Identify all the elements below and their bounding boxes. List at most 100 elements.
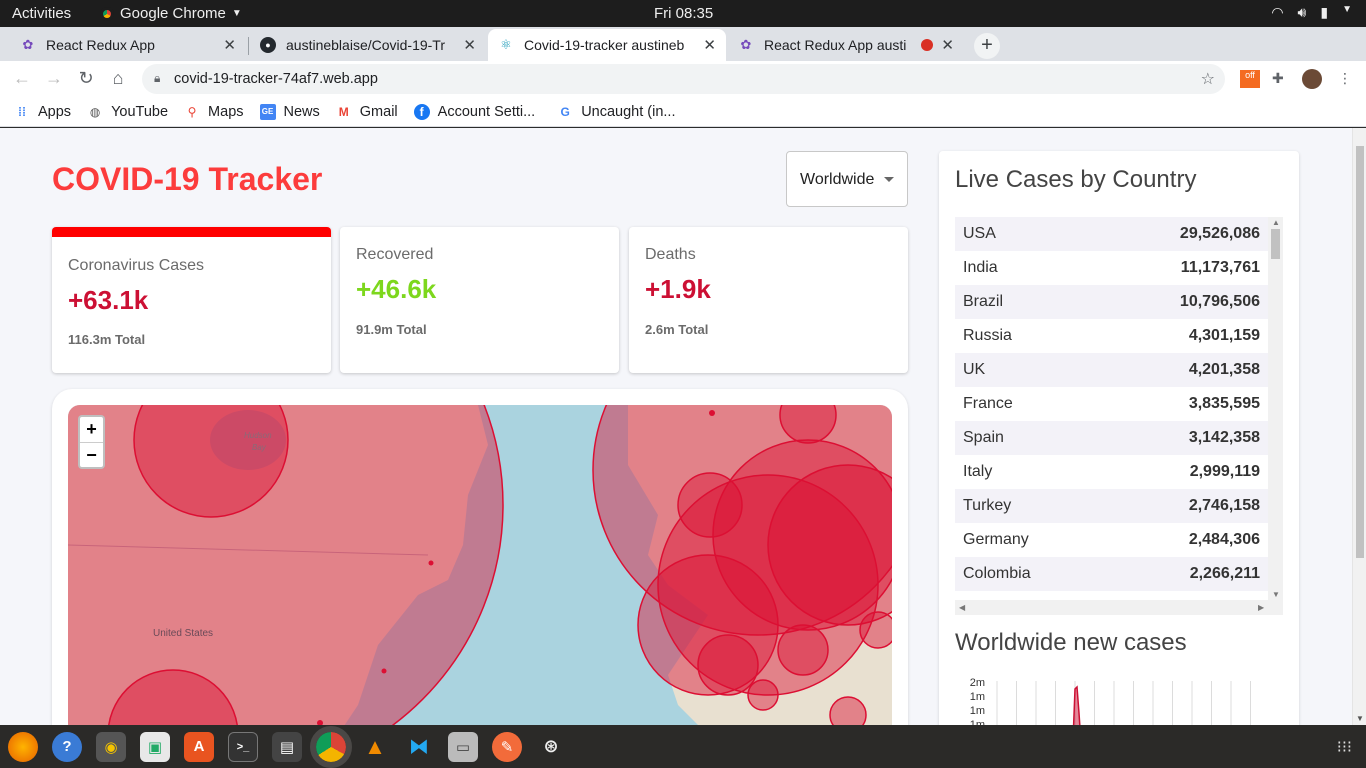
extension-off-icon[interactable]: off xyxy=(1240,70,1260,88)
bookmark-label: Account Setti... xyxy=(437,103,536,120)
kebab-menu-icon[interactable]: ⋮ xyxy=(1338,70,1352,87)
vlc-icon[interactable]: ▲ xyxy=(360,732,390,762)
rhythmbox-icon[interactable]: ◉ xyxy=(96,731,126,762)
files-icon[interactable]: ▭ xyxy=(448,731,478,762)
country-cases: 10,796,506 xyxy=(1179,293,1260,310)
system-tray[interactable]: ◠ 🔊︎ ▮ ▼ xyxy=(1271,4,1352,21)
wifi-icon: ◠ xyxy=(1271,4,1284,20)
country-name: India xyxy=(963,259,998,276)
close-icon[interactable]: ✕ xyxy=(223,36,236,54)
recovered-card[interactable]: Recovered +46.6k 91.9m Total xyxy=(340,227,619,373)
bookmark-label: Uncaught (in... xyxy=(581,103,676,120)
bookmark-youtube[interactable]: ◍ YouTube xyxy=(87,104,168,120)
country-name: Germany xyxy=(963,531,1029,548)
avatar[interactable] xyxy=(1302,69,1322,89)
tab-separator xyxy=(248,37,249,55)
back-icon[interactable]: ← xyxy=(11,68,33,89)
country-dropdown[interactable]: Worldwide xyxy=(786,151,908,207)
scroll-left-icon[interactable]: ◀ xyxy=(959,603,965,612)
lock-icon: 🔒︎ xyxy=(154,71,161,85)
page-vertical-scrollbar[interactable]: ▼ xyxy=(1352,128,1366,725)
ubuntu-updater-icon[interactable]: ⊛ xyxy=(536,732,566,762)
scroll-down-icon[interactable]: ▼ xyxy=(1356,714,1364,723)
map-label-hudson-bay: Hudson xyxy=(244,431,272,440)
show-applications-icon[interactable]: ⁝⁝⁝ xyxy=(1337,737,1352,757)
bookmark-account-settings[interactable]: f Account Setti... xyxy=(413,103,536,120)
help-icon[interactable]: ? xyxy=(52,731,82,762)
cases-card[interactable]: Coronavirus Cases +63.1k 116.3m Total xyxy=(52,227,331,373)
close-icon[interactable]: ✕ xyxy=(941,36,954,54)
redux-icon: ✿ xyxy=(22,37,34,52)
country-table[interactable]: USA 29,526,086 India 11,173,761 Brazil 10,796… xyxy=(955,217,1283,615)
home-icon[interactable]: ⌂ xyxy=(107,68,129,89)
activities-button[interactable]: Activities xyxy=(12,5,71,22)
tab-react-redux-app[interactable]: ✿ React Redux App ✕ xyxy=(10,29,246,61)
news-icon: GE xyxy=(259,103,276,120)
app-menu[interactable]: Google Chrome ▼ xyxy=(100,5,242,22)
page-scroll-thumb[interactable] xyxy=(1356,146,1364,558)
vscode-icon[interactable]: ⧓ xyxy=(404,732,434,762)
video-editor-icon[interactable]: ▤ xyxy=(272,731,302,762)
bookmark-news[interactable]: GE News xyxy=(259,103,320,120)
scroll-down-icon[interactable]: ▼ xyxy=(1272,590,1280,599)
forward-icon[interactable]: → xyxy=(43,68,65,89)
case-dot xyxy=(428,560,434,566)
table-row: Turkey 2,746,158 xyxy=(955,489,1268,523)
bookmark-uncaught[interactable]: G Uncaught (in... xyxy=(557,103,676,120)
chrome-icon[interactable] xyxy=(310,725,352,768)
scroll-thumb[interactable] xyxy=(1271,229,1280,259)
close-icon[interactable]: ✕ xyxy=(463,36,476,54)
new-tab-button[interactable]: + xyxy=(974,33,1000,59)
app-menu-label: Google Chrome xyxy=(120,5,226,22)
firefox-icon[interactable] xyxy=(8,731,38,762)
table-title: Live Cases by Country xyxy=(955,166,1197,193)
tab-github[interactable]: ● austineblaise/Covid-19-Tr ✕ xyxy=(250,29,486,61)
tab-covid-tracker[interactable]: ⚛ Covid-19-tracker austineb ✕ xyxy=(488,29,726,61)
page-viewport: COVID-19 Tracker Worldwide Coronavirus C… xyxy=(0,128,1352,725)
software-center-icon[interactable]: A xyxy=(184,731,214,762)
bookmark-gmail[interactable]: M Gmail xyxy=(336,104,398,120)
bookmark-star-icon[interactable]: ☆ xyxy=(1201,69,1215,89)
zoom-in-button[interactable]: + xyxy=(80,417,103,442)
cases-card-value: +63.1k xyxy=(68,285,149,315)
tab-title: austineblaise/Covid-19-Tr xyxy=(286,37,445,53)
postman-icon[interactable]: ✎ xyxy=(492,731,522,762)
scroll-right-icon[interactable]: ▶ xyxy=(1258,603,1264,612)
country-cases: 2,746,158 xyxy=(1188,497,1260,514)
github-icon: ● xyxy=(260,37,276,53)
table-horizontal-scrollbar[interactable]: ◀ ▶ xyxy=(955,600,1283,615)
address-bar[interactable]: 🔒︎ covid-19-tracker-74af7.web.app ☆ xyxy=(142,64,1225,94)
scroll-up-icon[interactable]: ▲ xyxy=(1272,218,1280,227)
deaths-card-value: +1.9k xyxy=(645,274,711,304)
bookmark-maps[interactable]: ⚲ Maps xyxy=(184,103,244,120)
country-cases: 2,484,306 xyxy=(1188,531,1260,548)
close-icon[interactable]: ✕ xyxy=(703,36,716,54)
case-circle xyxy=(777,624,829,676)
clock[interactable]: Fri 08:35 xyxy=(654,5,713,22)
table-vertical-scrollbar[interactable]: ▲ ▼ xyxy=(1268,217,1283,600)
country-cases: 4,201,358 xyxy=(1188,361,1260,378)
country-name: Italy xyxy=(963,463,993,480)
globe-icon: ◍ xyxy=(89,104,101,119)
terminal-icon[interactable]: >_ xyxy=(228,731,258,762)
tab-strip: ✿ React Redux App ✕ ● austineblaise/Covi… xyxy=(0,27,1366,61)
bookmark-label: Maps xyxy=(208,103,244,120)
bookmark-apps[interactable]: ⁞⁞ Apps xyxy=(14,104,71,120)
case-dot xyxy=(381,668,387,674)
reload-icon[interactable]: ↻ xyxy=(75,68,97,89)
table-row: Colombia 2,266,211 xyxy=(955,557,1268,591)
deaths-card[interactable]: Deaths +1.9k 2.6m Total xyxy=(629,227,908,373)
table-row: Spain 3,142,358 xyxy=(955,421,1268,455)
world-map[interactable]: Hudson Bay United States + − xyxy=(68,405,892,725)
map-label-hudson-bay-2: Bay xyxy=(252,443,267,452)
country-cases: 11,173,761 xyxy=(1180,259,1260,276)
puzzle-icon[interactable]: ✚ xyxy=(1272,70,1284,87)
system-top-bar: Activities Google Chrome ▼ Fri 08:35 ◠ 🔊… xyxy=(0,0,1366,27)
country-name: France xyxy=(963,395,1013,412)
country-name: Russia xyxy=(963,327,1012,344)
country-cases: 4,301,159 xyxy=(1188,327,1260,344)
zoom-out-button[interactable]: − xyxy=(80,442,103,467)
image-viewer-icon[interactable]: ▣ xyxy=(140,731,170,762)
deaths-card-label: Deaths xyxy=(645,246,696,263)
tab-react-redux-app-2[interactable]: ✿ React Redux App austi ✕ xyxy=(728,29,964,61)
